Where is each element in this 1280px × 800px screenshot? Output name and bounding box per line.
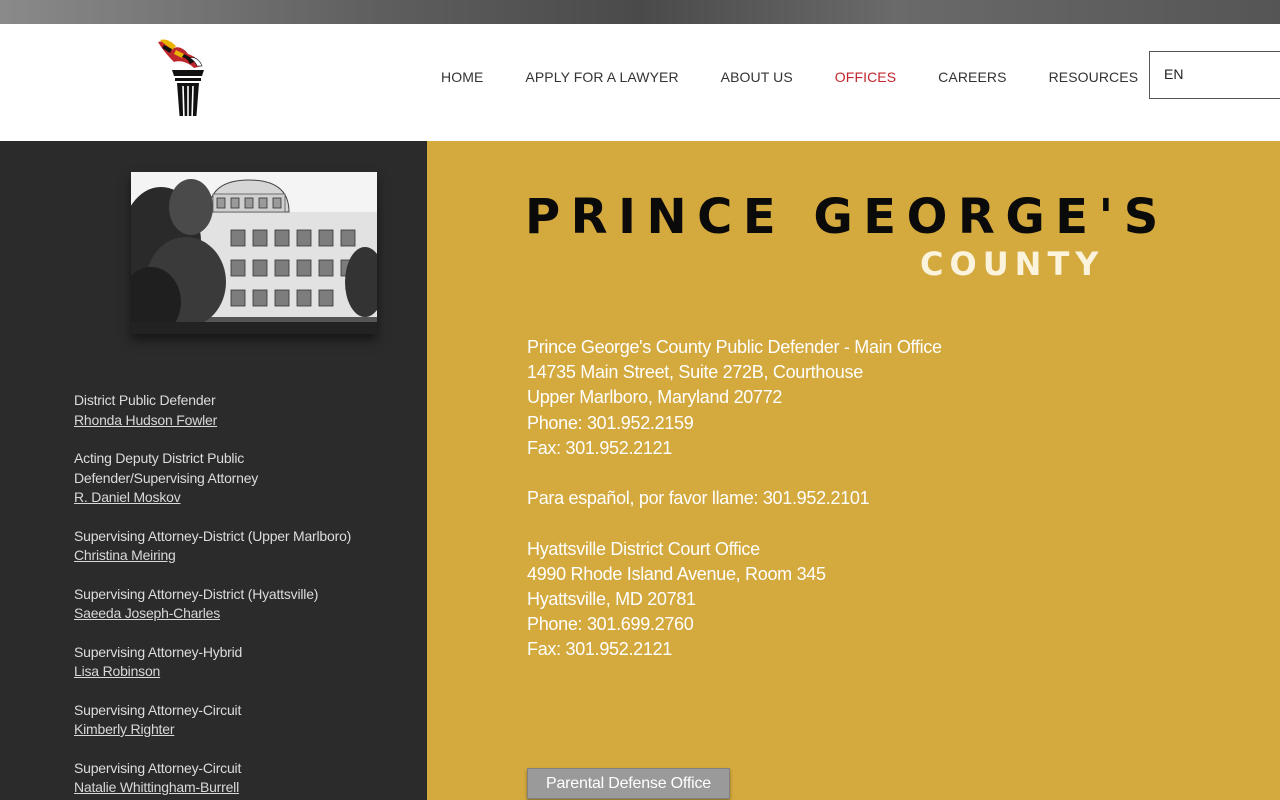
staff-entry: Supervising Attorney-District (Hyattsvil… [74, 585, 394, 624]
top-hero-strip [0, 0, 1280, 24]
staff-title: Supervising Attorney-Circuit [74, 759, 242, 776]
staff-title: Defender/Supervising Attorney [74, 469, 259, 486]
nav-resources[interactable]: RESOURCES [1049, 69, 1139, 85]
staff-name-link[interactable]: Natalie Whittingham-Burrell [74, 778, 394, 798]
sidebar: District Public Defender Rhonda Hudson F… [0, 141, 427, 800]
staff-entry: District Public Defender Rhonda Hudson F… [74, 391, 394, 430]
torch-icon[interactable] [150, 36, 214, 122]
hyattsville-office-name: Hyattsville District Court Office [527, 538, 760, 559]
language-selector[interactable]: EN [1149, 51, 1280, 99]
site-header: HOME APPLY FOR A LAWYER ABOUT US OFFICES… [0, 24, 1280, 141]
staff-entry: Supervising Attorney-District (Upper Mar… [74, 527, 394, 566]
staff-name-link[interactable]: Lisa Robinson [74, 662, 394, 682]
main-nav: HOME APPLY FOR A LAWYER ABOUT US OFFICES… [420, 69, 1159, 85]
staff-list: District Public Defender Rhonda Hudson F… [74, 391, 394, 800]
hyattsville-office-street: 4990 Rhode Island Avenue, Room 345 [527, 563, 826, 584]
nav-apply-for-a-lawyer[interactable]: APPLY FOR A LAWYER [525, 69, 678, 85]
staff-entry: Supervising Attorney-Hybrid Lisa Robinso… [74, 643, 394, 682]
main-office-phone: Phone: 301.952.2159 [527, 412, 694, 433]
nav-about-us[interactable]: ABOUT US [721, 69, 793, 85]
staff-title: District Public Defender [74, 392, 216, 408]
nav-home[interactable]: HOME [441, 69, 483, 85]
main-office-street: 14735 Main Street, Suite 272B, Courthous… [527, 362, 863, 383]
hyattsville-office-phone: Phone: 301.699.2760 [527, 614, 694, 635]
main-content: PRINCE GEORGE'S COUNTY Prince George's C… [427, 141, 1280, 800]
staff-title: Supervising Attorney-Hybrid [74, 643, 243, 660]
staff-entry: Supervising Attorney-Circuit Natalie Whi… [74, 759, 394, 798]
nav-careers[interactable]: CAREERS [938, 69, 1006, 85]
staff-title: Supervising Attorney-Circuit [74, 701, 242, 718]
staff-name-link[interactable]: Saeeda Joseph-Charles [74, 604, 394, 624]
staff-name-link[interactable]: Christina Meiring [74, 546, 394, 566]
hyattsville-office-city: Hyattsville, MD 20781 [527, 589, 696, 609]
office-info: Prince George's County Public Defender -… [527, 335, 942, 663]
staff-name-link[interactable]: Kimberly Righter [74, 720, 394, 740]
nav-offices[interactable]: OFFICES [835, 69, 896, 85]
staff-title: Acting Deputy District Public [74, 450, 245, 466]
staff-entry: Supervising Attorney-Circuit Kimberly Ri… [74, 701, 394, 740]
main-office-city: Upper Marlboro, Maryland 20772 [527, 387, 783, 408]
office-building-photo [131, 172, 377, 334]
staff-name-link[interactable]: Rhonda Hudson Fowler [74, 411, 394, 431]
staff-title: Supervising Attorney-District (Upper Mar… [74, 527, 352, 544]
main-office-fax: Fax: 301.952.2121 [527, 437, 673, 458]
hyattsville-office-fax: Fax: 301.952.2121 [527, 639, 673, 660]
page-subtitle: COUNTY [920, 245, 1105, 283]
staff-title: Supervising Attorney-District (Hyattsvil… [74, 585, 319, 602]
page-title: PRINCE GEORGE'S [525, 189, 1169, 245]
spanish-phone-line: Para español, por favor llame: 301.952.2… [527, 488, 870, 509]
language-selected-value: EN [1164, 66, 1184, 82]
main-office-name: Prince George's County Public Defender -… [527, 337, 942, 357]
parental-defense-office-button[interactable]: Parental Defense Office [527, 768, 730, 799]
staff-entry: Acting Deputy District Public Defender/S… [74, 449, 394, 508]
staff-name-link[interactable]: R. Daniel Moskov [74, 488, 394, 508]
